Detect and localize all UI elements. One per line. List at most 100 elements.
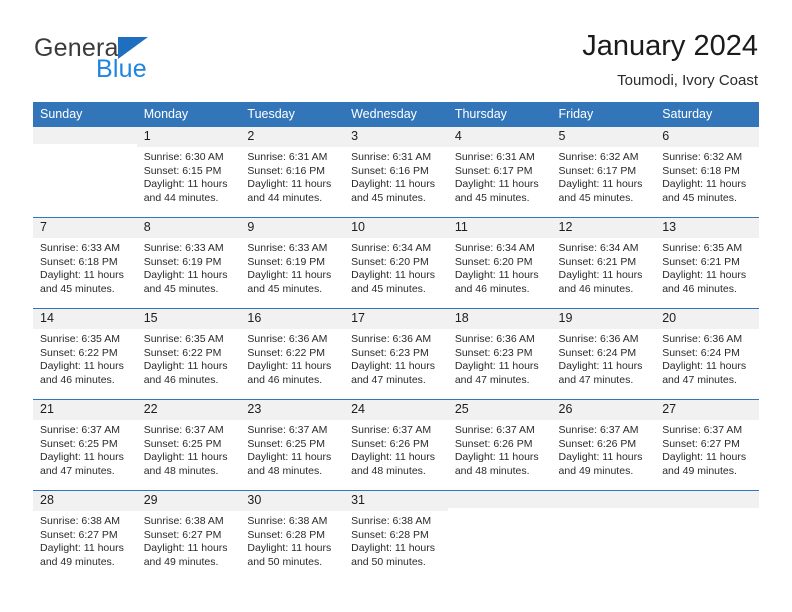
day-details: Sunrise: 6:38 AM Sunset: 6:27 PM Daylight:… xyxy=(33,511,137,569)
calendar-cell[interactable]: 20 Sunrise: 6:36 AM Sunset: 6:24 PM Dayligh… xyxy=(655,308,759,400)
sunrise-time: Sunrise: 6:37 AM xyxy=(454,424,535,437)
sunrise-time: Sunrise: 6:34 AM xyxy=(558,242,639,255)
daylight-duration-line1: Daylight: 11 hours xyxy=(558,451,643,464)
daylight-duration-line2: and 50 minutes. xyxy=(247,555,323,568)
calendar-cell[interactable]: 30 Sunrise: 6:38 AM Sunset: 6:28 PM Dayligh… xyxy=(240,490,345,581)
calendar-cell[interactable]: 7 Sunrise: 6:33 AM Sunset: 6:18 PM Daylight… xyxy=(33,217,137,309)
day-cell xyxy=(33,127,137,217)
weekday-header-thursday: Thursday xyxy=(447,102,552,127)
daylight-duration-line1: Daylight: 11 hours xyxy=(662,178,747,191)
daylight-duration-line1: Daylight: 11 hours xyxy=(351,178,435,191)
calendar-cell[interactable]: 29 Sunrise: 6:38 AM Sunset: 6:27 PM Dayligh… xyxy=(136,490,241,581)
daylight-duration-line2: and 46 minutes. xyxy=(40,373,115,386)
calendar-cell[interactable]: 21 Sunrise: 6:37 AM Sunset: 6:25 PM Dayligh… xyxy=(33,399,137,491)
day-number: 8 xyxy=(136,218,241,239)
page-header: General Blue January 2024 Toumodi, Ivory… xyxy=(0,0,792,102)
day-cell: 22 Sunrise: 6:37 AM Sunset: 6:25 PM Dayligh… xyxy=(136,400,241,490)
day-cell: 24 Sunrise: 6:37 AM Sunset: 6:26 PM Dayligh… xyxy=(344,400,448,490)
daylight-duration-line2: and 46 minutes. xyxy=(247,373,323,386)
day-details: Sunrise: 6:36 AM Sunset: 6:22 PM Daylight:… xyxy=(240,329,344,387)
weekday-header-sunday: Sunday xyxy=(33,102,137,127)
daylight-duration-line2: and 49 minutes. xyxy=(558,464,634,477)
sunset-time: Sunset: 6:26 PM xyxy=(454,437,533,450)
day-number: 3 xyxy=(344,127,448,148)
calendar-cell[interactable]: 12 Sunrise: 6:34 AM Sunset: 6:21 PM Dayligh… xyxy=(551,217,656,309)
calendar-cell[interactable]: 10 Sunrise: 6:34 AM Sunset: 6:20 PM Dayligh… xyxy=(344,217,448,309)
calendar-cell[interactable]: 3 Sunrise: 6:31 AM Sunset: 6:16 PM Daylight… xyxy=(344,127,448,218)
calendar-cell[interactable]: 1 Sunrise: 6:30 AM Sunset: 6:15 PM Daylight… xyxy=(136,127,241,218)
daylight-duration-line1: Daylight: 11 hours xyxy=(247,542,332,555)
daylight-duration-line2: and 46 minutes. xyxy=(454,282,530,295)
day-number: 16 xyxy=(240,309,345,330)
calendar-cell[interactable]: 28 Sunrise: 6:38 AM Sunset: 6:27 PM Dayligh… xyxy=(33,490,137,581)
day-details: Sunrise: 6:32 AM Sunset: 6:17 PM Daylight:… xyxy=(552,147,656,205)
calendar-cell[interactable]: 11 Sunrise: 6:34 AM Sunset: 6:20 PM Dayligh… xyxy=(447,217,552,309)
weekday-header-friday: Friday xyxy=(551,102,656,127)
sunset-time: Sunset: 6:27 PM xyxy=(662,437,740,450)
calendar-cell[interactable]: 25 Sunrise: 6:37 AM Sunset: 6:26 PM Dayligh… xyxy=(447,399,552,491)
calendar-cell[interactable]: 2 Sunrise: 6:31 AM Sunset: 6:16 PM Daylight… xyxy=(240,127,345,218)
calendar-cell[interactable]: 24 Sunrise: 6:37 AM Sunset: 6:26 PM Dayligh… xyxy=(344,399,448,491)
day-cell: 19 Sunrise: 6:36 AM Sunset: 6:24 PM Dayligh… xyxy=(551,309,656,399)
day-details: Sunrise: 6:33 AM Sunset: 6:19 PM Daylight:… xyxy=(240,238,344,296)
day-cell: 13 Sunrise: 6:35 AM Sunset: 6:21 PM Dayligh… xyxy=(655,218,759,308)
day-details: Sunrise: 6:37 AM Sunset: 6:25 PM Daylight:… xyxy=(33,420,137,478)
calendar-cell[interactable]: 15 Sunrise: 6:35 AM Sunset: 6:22 PM Dayligh… xyxy=(136,308,241,400)
day-cell: 28 Sunrise: 6:38 AM Sunset: 6:27 PM Dayligh… xyxy=(33,491,137,581)
sunset-time: Sunset: 6:25 PM xyxy=(40,437,118,450)
daylight-duration-line2: and 46 minutes. xyxy=(662,282,737,295)
calendar-cell[interactable]: 19 Sunrise: 6:36 AM Sunset: 6:24 PM Dayligh… xyxy=(551,308,656,400)
daylight-duration-line1: Daylight: 11 hours xyxy=(351,451,435,464)
sunrise-time: Sunrise: 6:35 AM xyxy=(143,333,224,346)
calendar-cell[interactable]: 17 Sunrise: 6:36 AM Sunset: 6:23 PM Dayligh… xyxy=(344,308,448,400)
daylight-duration-line1: Daylight: 11 hours xyxy=(351,269,435,282)
sunrise-time: Sunrise: 6:36 AM xyxy=(351,333,432,346)
sunrise-time: Sunrise: 6:38 AM xyxy=(351,515,432,528)
day-number: 30 xyxy=(240,491,345,512)
calendar-cell[interactable]: 4 Sunrise: 6:31 AM Sunset: 6:17 PM Daylight… xyxy=(447,127,552,218)
sunset-time: Sunset: 6:28 PM xyxy=(351,528,429,541)
sunset-time: Sunset: 6:19 PM xyxy=(247,255,326,268)
day-cell: 6 Sunrise: 6:32 AM Sunset: 6:18 PM Daylight… xyxy=(655,127,759,217)
day-number: 23 xyxy=(240,400,345,421)
day-number xyxy=(447,491,552,508)
calendar-cell[interactable]: 9 Sunrise: 6:33 AM Sunset: 6:19 PM Daylight… xyxy=(240,217,345,309)
day-cell: 9 Sunrise: 6:33 AM Sunset: 6:19 PM Daylight… xyxy=(240,218,345,308)
daylight-duration-line1: Daylight: 11 hours xyxy=(662,269,747,282)
sunrise-time: Sunrise: 6:35 AM xyxy=(40,333,120,346)
day-cell: 8 Sunrise: 6:33 AM Sunset: 6:19 PM Daylight… xyxy=(136,218,241,308)
general-blue-logo: General Blue xyxy=(34,30,149,82)
day-cell: 29 Sunrise: 6:38 AM Sunset: 6:27 PM Dayligh… xyxy=(136,491,241,581)
day-number: 13 xyxy=(655,218,759,239)
daylight-duration-line2: and 48 minutes. xyxy=(247,464,323,477)
daylight-duration-line2: and 49 minutes. xyxy=(143,555,219,568)
calendar-page: General Blue January 2024 Toumodi, Ivory… xyxy=(0,0,792,612)
weekday-header-saturday: Saturday xyxy=(655,102,759,127)
weekday-header-wednesday: Wednesday xyxy=(344,102,448,127)
calendar-cell[interactable]: 23 Sunrise: 6:37 AM Sunset: 6:25 PM Dayligh… xyxy=(240,399,345,491)
daylight-duration-line1: Daylight: 11 hours xyxy=(143,269,228,282)
day-number: 9 xyxy=(240,218,345,239)
calendar-cell[interactable]: 13 Sunrise: 6:35 AM Sunset: 6:21 PM Dayligh… xyxy=(655,217,759,309)
calendar-body: 1 Sunrise: 6:30 AM Sunset: 6:15 PM Daylight… xyxy=(33,127,759,581)
day-cell: 2 Sunrise: 6:31 AM Sunset: 6:16 PM Daylight… xyxy=(240,127,345,217)
calendar-cell[interactable]: 8 Sunrise: 6:33 AM Sunset: 6:19 PM Daylight… xyxy=(136,217,241,309)
calendar-cell[interactable]: 5 Sunrise: 6:32 AM Sunset: 6:17 PM Daylight… xyxy=(551,127,656,218)
daylight-duration-line2: and 45 minutes. xyxy=(662,191,737,204)
sunrise-time: Sunrise: 6:36 AM xyxy=(662,333,743,346)
calendar-cell[interactable]: 31 Sunrise: 6:38 AM Sunset: 6:28 PM Dayligh… xyxy=(344,490,448,581)
sunrise-time: Sunrise: 6:34 AM xyxy=(351,242,432,255)
calendar-cell[interactable]: 26 Sunrise: 6:37 AM Sunset: 6:26 PM Dayligh… xyxy=(551,399,656,491)
calendar-cell[interactable]: 16 Sunrise: 6:36 AM Sunset: 6:22 PM Dayligh… xyxy=(240,308,345,400)
calendar-cell[interactable]: 18 Sunrise: 6:36 AM Sunset: 6:23 PM Dayligh… xyxy=(447,308,552,400)
daylight-duration-line1: Daylight: 11 hours xyxy=(143,542,228,555)
calendar-cell[interactable]: 22 Sunrise: 6:37 AM Sunset: 6:25 PM Dayligh… xyxy=(136,399,241,491)
daylight-duration-line2: and 48 minutes. xyxy=(143,464,219,477)
sunset-time: Sunset: 6:22 PM xyxy=(247,346,326,359)
day-cell: 26 Sunrise: 6:37 AM Sunset: 6:26 PM Dayligh… xyxy=(551,400,656,490)
calendar-cell[interactable]: 6 Sunrise: 6:32 AM Sunset: 6:18 PM Daylight… xyxy=(655,127,759,218)
calendar-cell[interactable]: 14 Sunrise: 6:35 AM Sunset: 6:22 PM Dayligh… xyxy=(33,308,137,400)
calendar-cell xyxy=(551,490,656,581)
calendar-cell[interactable]: 27 Sunrise: 6:37 AM Sunset: 6:27 PM Dayligh… xyxy=(655,399,759,491)
day-number xyxy=(551,491,656,508)
